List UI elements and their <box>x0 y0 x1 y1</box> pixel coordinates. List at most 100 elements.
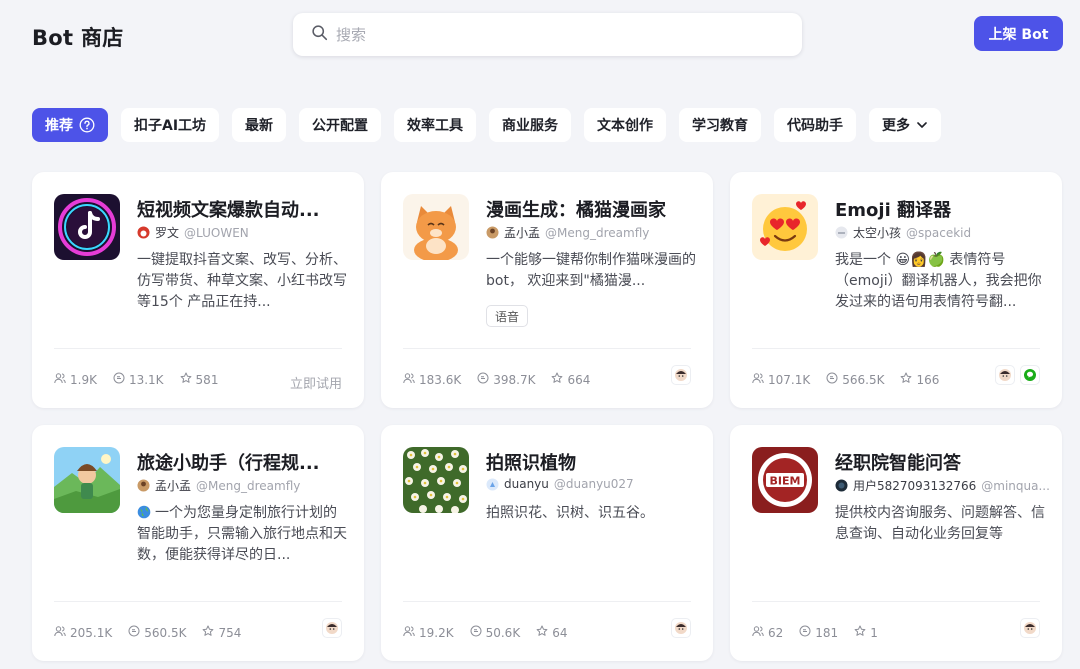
doubao-channel-icon <box>671 365 691 385</box>
users-count: 107.1K <box>768 372 811 387</box>
users-count: 205.1K <box>70 625 113 640</box>
publish-channels <box>1020 618 1040 638</box>
tab-latest[interactable]: 最新 <box>232 108 287 142</box>
try-now-button[interactable]: 立即试用 <box>290 373 342 392</box>
users-count: 183.6K <box>419 372 462 387</box>
tab-code-assistant[interactable]: 代码助手 <box>774 108 857 142</box>
chats-count: 13.1K <box>128 372 164 387</box>
author-avatar <box>486 478 499 491</box>
chats-count: 560.5K <box>144 625 187 640</box>
bot-author: duanyu @duanyu027 <box>486 477 701 491</box>
heart-eyes-emoji-icon <box>752 194 818 260</box>
stars-count: 1 <box>870 625 878 640</box>
globe-icon <box>137 505 151 519</box>
author-avatar <box>137 226 150 239</box>
tab-more[interactable]: 更多 <box>869 108 942 142</box>
doubao-channel-icon <box>995 365 1015 385</box>
tab-label: 更多 <box>882 118 911 134</box>
divider <box>403 348 691 349</box>
help-icon[interactable] <box>79 117 95 133</box>
page-title: Bot 商店 <box>32 26 124 50</box>
bot-author: 用户5827093132766 @minqua... <box>835 477 1050 494</box>
doubao-channel-icon <box>671 618 691 638</box>
search-input[interactable] <box>336 25 736 44</box>
tab-recommended[interactable]: 推荐 <box>32 108 108 142</box>
star-icon <box>551 372 567 387</box>
tab-label: 文本创作 <box>597 118 654 134</box>
tab-label: 公开配置 <box>312 118 369 134</box>
author-name[interactable]: duanyu <box>504 477 549 491</box>
bot-card[interactable]: 漫画生成：橘猫漫画家 孟小孟 @Meng_dreamfly 一个能够一键帮你制作猫… <box>381 172 713 408</box>
users-icon <box>54 625 70 640</box>
bot-card[interactable]: BIEM 经职院智能问答 用户5827093132766 @minqua... 提… <box>730 425 1062 661</box>
tab-business[interactable]: 商业服务 <box>489 108 572 142</box>
divider <box>403 601 691 602</box>
chats-count: 398.7K <box>493 372 536 387</box>
author-name[interactable]: 用户5827093132766 <box>853 477 976 494</box>
author-name[interactable]: 孟小孟 <box>155 477 191 494</box>
tab-writing[interactable]: 文本创作 <box>584 108 667 142</box>
bot-description: 提供校内咨询服务、问题解答、信息查询、自动化业务回复等 <box>835 505 1045 542</box>
bot-author: 太空小孩 @spacekid <box>835 224 1050 241</box>
tiktok-logo-icon <box>54 194 120 260</box>
tab-label: 商业服务 <box>502 118 559 134</box>
tab-label: 扣子AI工坊 <box>134 118 207 134</box>
search-bar[interactable] <box>293 13 802 56</box>
orange-cat-icon <box>403 194 469 260</box>
star-icon <box>854 625 870 640</box>
bot-card[interactable]: 短视频文案爆款自动... 罗文 @LUOWEN 一键提取抖音文案、改写、分析、仿写… <box>32 172 364 408</box>
bot-stats: 1.9K 13.1K 581 <box>54 372 234 387</box>
star-icon <box>536 625 552 640</box>
bot-description: 一个能够一键帮你制作猫咪漫画的bot， 欢迎来到"橘猫漫... <box>486 252 696 289</box>
users-count: 62 <box>768 625 784 640</box>
chats-count: 566.5K <box>842 372 885 387</box>
author-handle: @spacekid <box>906 225 972 240</box>
bot-name: 漫画生成：橘猫漫画家 <box>486 200 666 221</box>
author-avatar <box>137 479 150 492</box>
divider <box>54 601 342 602</box>
author-handle: @Meng_dreamfly <box>196 478 301 493</box>
author-name[interactable]: 太空小孩 <box>853 224 901 241</box>
publish-channels <box>671 365 691 385</box>
star-icon <box>180 372 196 387</box>
stars-count: 64 <box>552 625 568 640</box>
bot-description: 拍照识花、识树、识五谷。 <box>486 505 654 521</box>
bot-name: 拍照识植物 <box>486 453 576 474</box>
bot-card[interactable]: 拍照识植物 duanyu @duanyu027 拍照识花、识树、识五谷。 19.2… <box>381 425 713 661</box>
doubao-channel-icon <box>1020 618 1040 638</box>
biem-school-logo-icon: BIEM <box>752 447 818 513</box>
author-name[interactable]: 罗文 <box>155 224 179 241</box>
header: Bot 商店 上架 Bot <box>0 0 1080 80</box>
bot-card[interactable]: Emoji 翻译器 太空小孩 @spacekid 我是一个 😀👩🍏 表情符号（em… <box>730 172 1062 408</box>
publish-channels <box>995 365 1040 385</box>
tab-productivity[interactable]: 效率工具 <box>394 108 477 142</box>
travel-character-icon <box>54 447 120 513</box>
category-tabs: 推荐 扣子AI工坊 最新 公开配置 效率工具 商业服务 文本创作 学习教育 代码… <box>32 108 942 142</box>
author-handle: @Meng_dreamfly <box>545 225 650 240</box>
chat-icon <box>477 372 493 387</box>
bot-card[interactable]: 旅途小助手（行程规... 孟小孟 @Meng_dreamfly 一个为您量身定制旅… <box>32 425 364 661</box>
author-name[interactable]: 孟小孟 <box>504 224 540 241</box>
chat-icon <box>826 372 842 387</box>
bot-name: 短视频文案爆款自动... <box>137 200 320 221</box>
users-icon <box>403 372 419 387</box>
search-icon <box>311 24 328 45</box>
voice-tag: 语音 <box>486 305 529 327</box>
chats-count: 50.6K <box>485 625 521 640</box>
bot-stats: 62 181 1 <box>752 625 894 640</box>
tab-coze-ai-workshop[interactable]: 扣子AI工坊 <box>121 108 220 142</box>
chats-count: 181 <box>815 625 839 640</box>
divider <box>752 348 1040 349</box>
users-icon <box>752 372 768 387</box>
publish-bot-button[interactable]: 上架 Bot <box>974 16 1063 51</box>
tab-label: 代码助手 <box>787 118 844 134</box>
author-avatar <box>835 226 848 239</box>
stars-count: 166 <box>916 372 940 387</box>
tab-public-config[interactable]: 公开配置 <box>299 108 382 142</box>
tab-education[interactable]: 学习教育 <box>679 108 762 142</box>
wechat-channel-icon <box>1020 365 1040 385</box>
author-handle: @minqua... <box>981 478 1050 493</box>
chat-icon <box>470 625 486 640</box>
publish-channels <box>322 618 342 638</box>
bot-stats: 205.1K 560.5K 754 <box>54 625 257 640</box>
